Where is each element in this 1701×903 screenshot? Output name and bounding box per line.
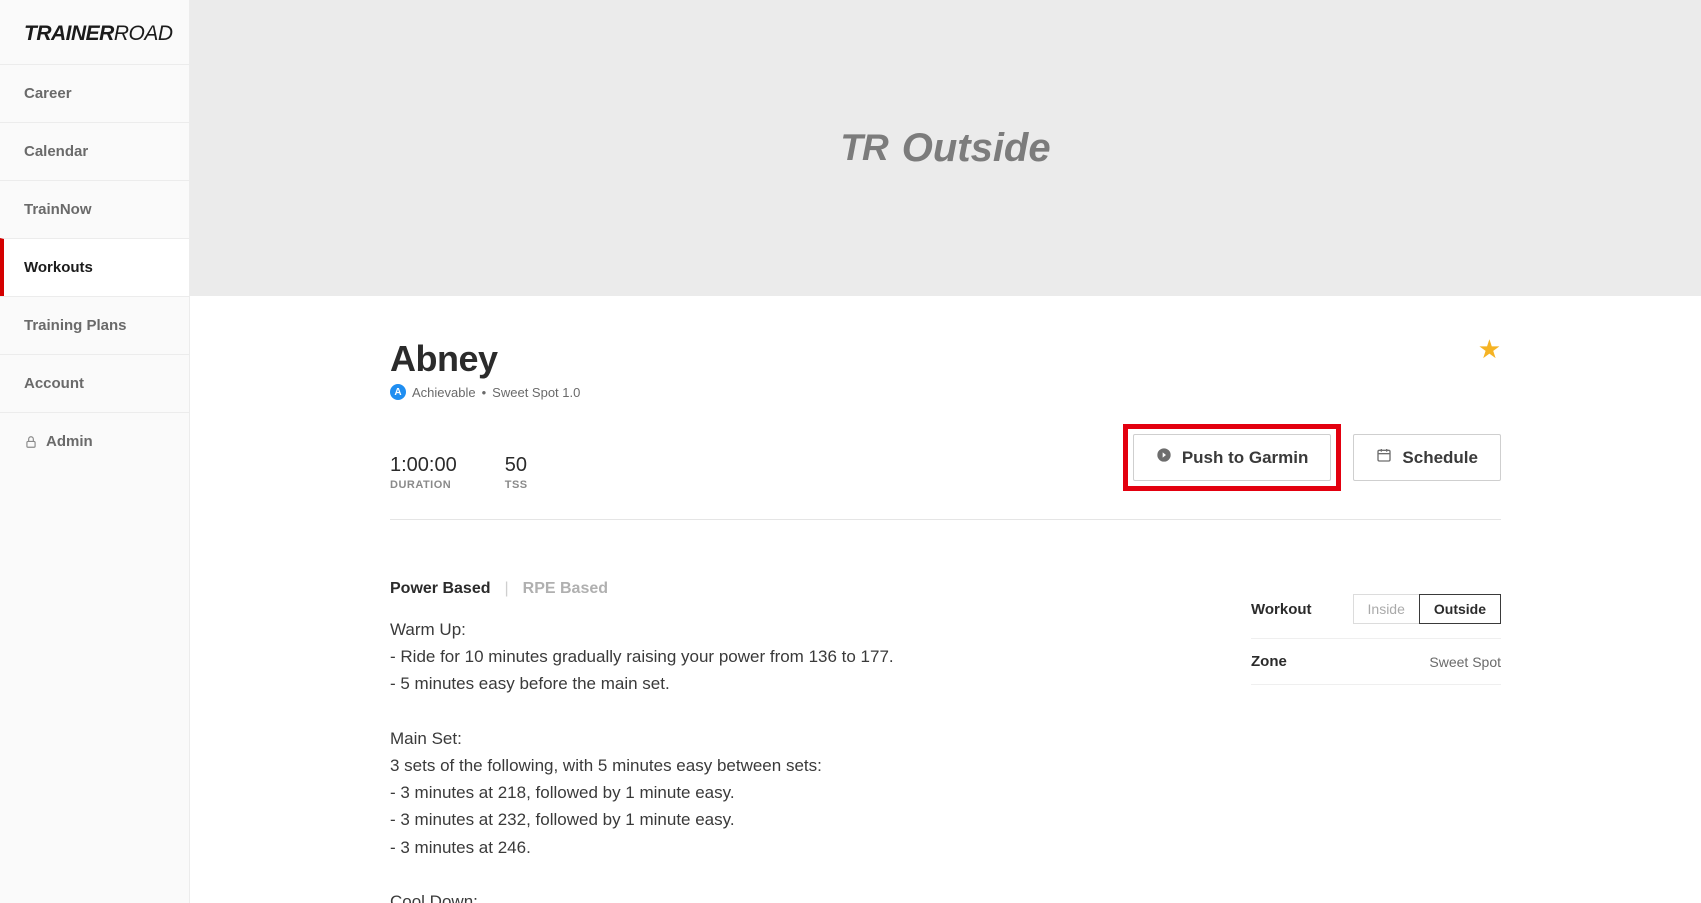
lock-icon <box>24 435 38 449</box>
toggle-outside[interactable]: Outside <box>1419 594 1501 624</box>
tss-label: TSS <box>505 479 528 491</box>
left-column: Power Based | RPE Based Warm Up: - Ride … <box>390 580 1191 903</box>
body-columns: Power Based | RPE Based Warm Up: - Ride … <box>390 580 1501 903</box>
sidebar-item-workouts[interactable]: Workouts <box>0 238 189 296</box>
tss-value: 50 <box>505 454 528 477</box>
sidebar-item-career[interactable]: Career <box>0 64 189 122</box>
nav-label: Account <box>24 375 84 392</box>
stats-row: 1:00:00 Duration 50 TSS Pus <box>390 424 1501 520</box>
meta-separator: • <box>482 385 487 400</box>
hero-mark: TR <box>840 127 887 169</box>
stat-tss: 50 TSS <box>505 454 528 491</box>
actions-group: Push to Garmin Schedule <box>1123 424 1501 491</box>
sidebar-item-account[interactable]: Account <box>0 354 189 412</box>
toggle-inside[interactable]: Inside <box>1353 594 1419 624</box>
content-area: Abney A Achievable • Sweet Spot 1.0 ★ 1:… <box>190 296 1701 903</box>
nav-label: Training Plans <box>24 317 127 334</box>
duration-label: Duration <box>390 479 457 491</box>
filter-zone: Zone Sweet Spot <box>1251 639 1501 685</box>
duration-value: 1:00:00 <box>390 454 457 477</box>
sidebar: TRAINERROAD Career Calendar TrainNow Wor… <box>0 0 190 903</box>
sidebar-nav: Career Calendar TrainNow Workouts Traini… <box>0 64 189 470</box>
sidebar-item-training-plans[interactable]: Training Plans <box>0 296 189 354</box>
workout-toggle-group: Inside Outside <box>1353 594 1501 624</box>
push-label: Push to Garmin <box>1182 448 1309 468</box>
sidebar-item-admin[interactable]: Admin <box>0 412 189 470</box>
workout-description: Warm Up: - Ride for 10 minutes gradually… <box>390 616 1191 903</box>
push-to-garmin-button[interactable]: Push to Garmin <box>1133 434 1332 481</box>
nav-label: TrainNow <box>24 201 92 218</box>
tab-rpe-based[interactable]: RPE Based <box>523 580 608 598</box>
tab-power-based[interactable]: Power Based <box>390 580 490 598</box>
hero-banner: TR Outside <box>190 0 1701 296</box>
arrow-circle-icon <box>1156 447 1172 468</box>
sidebar-item-calendar[interactable]: Calendar <box>0 122 189 180</box>
brand-thin: ROAD <box>114 22 173 45</box>
favorite-star-icon[interactable]: ★ <box>1478 334 1501 365</box>
nav-label: Workouts <box>24 259 93 276</box>
stat-duration: 1:00:00 Duration <box>390 454 457 491</box>
zone-value: Sweet Spot <box>1429 654 1501 670</box>
brand-logo: TRAINERROAD <box>0 0 189 64</box>
schedule-button[interactable]: Schedule <box>1353 434 1501 481</box>
nav-label: Admin <box>46 433 93 450</box>
calendar-icon <box>1376 447 1392 468</box>
header-row: Abney A Achievable • Sweet Spot 1.0 ★ <box>390 338 1501 400</box>
workout-category: Sweet Spot 1.0 <box>492 385 580 400</box>
nav-label: Calendar <box>24 143 88 160</box>
stats-group: 1:00:00 Duration 50 TSS <box>390 454 528 491</box>
schedule-label: Schedule <box>1402 448 1478 468</box>
workout-name: Abney <box>390 338 1478 380</box>
tab-separator: | <box>504 580 508 598</box>
title-block: Abney A Achievable • Sweet Spot 1.0 <box>390 338 1478 400</box>
difficulty-label: Achievable <box>412 385 476 400</box>
main-content: TR Outside Abney A Achievable • Sweet Sp… <box>190 0 1701 903</box>
brand-bold: TRAINER <box>24 22 114 45</box>
hero-label: Outside <box>902 126 1051 171</box>
push-highlight: Push to Garmin <box>1123 424 1342 491</box>
description-tabs: Power Based | RPE Based <box>390 580 1191 598</box>
filter-zone-label: Zone <box>1251 653 1287 670</box>
sidebar-item-trainnow[interactable]: TrainNow <box>0 180 189 238</box>
filter-workout: Workout Inside Outside <box>1251 580 1501 639</box>
workout-meta: A Achievable • Sweet Spot 1.0 <box>390 384 1478 400</box>
right-column: Workout Inside Outside Zone Sweet Spot <box>1251 580 1501 903</box>
nav-label: Career <box>24 85 72 102</box>
difficulty-badge: A <box>390 384 406 400</box>
filter-workout-label: Workout <box>1251 601 1312 618</box>
